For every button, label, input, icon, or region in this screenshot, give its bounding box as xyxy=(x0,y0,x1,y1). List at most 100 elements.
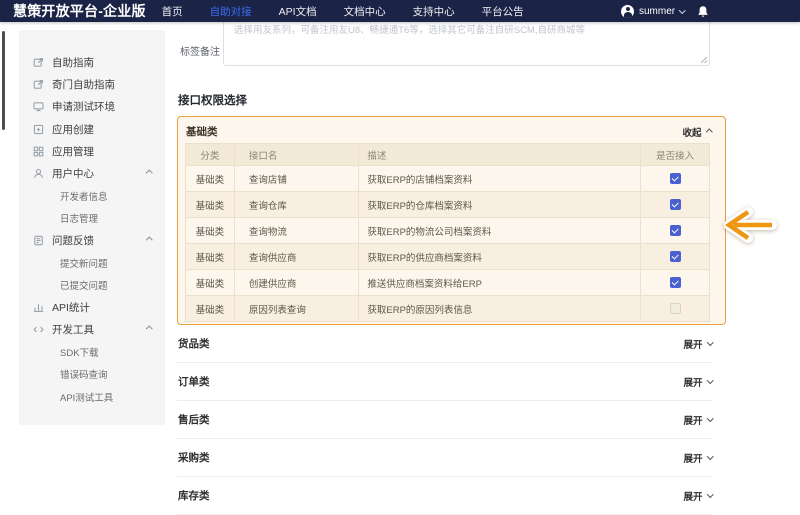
qimen-guide-icon xyxy=(33,79,44,90)
table-row: 基础类 查询店铺 获取ERP的店铺档案资料 xyxy=(186,165,709,191)
sidebar-item-submit-issue[interactable]: 提交新问题 xyxy=(19,252,165,274)
sidebar-item-qimen-guide[interactable]: 奇门自助指南 xyxy=(19,73,165,95)
sidebar-item-self-guide[interactable]: 自助指南 xyxy=(19,51,165,73)
category-section-list: 货品类 展开 订单类 展开 售后类 展开 采购类 展开 库存类 展开 xyxy=(177,325,712,515)
app-create-icon xyxy=(33,124,44,135)
nav-item-self-service[interactable]: 自助对接 xyxy=(210,4,252,19)
panel-header: 基础类 收起 xyxy=(178,117,725,143)
section-inventory[interactable]: 库存类 展开 xyxy=(177,477,712,515)
section-title: 订单类 xyxy=(177,374,210,389)
expand-button[interactable]: 展开 xyxy=(683,413,712,427)
cell-api-name: 原因列表查询 xyxy=(235,296,360,321)
sidebar-item-label: 问题反馈 xyxy=(52,233,94,248)
section-title: 售后类 xyxy=(177,412,210,427)
access-checkbox[interactable] xyxy=(670,225,681,236)
expand-button[interactable]: 展开 xyxy=(683,337,712,351)
section-aftersale[interactable]: 售后类 展开 xyxy=(177,401,712,439)
sidebar-item-label: 开发工具 xyxy=(52,322,94,337)
section-goods[interactable]: 货品类 展开 xyxy=(177,325,712,363)
section-orders[interactable]: 订单类 展开 xyxy=(177,363,712,401)
stats-icon xyxy=(33,302,44,313)
column-header-access: 是否接入 xyxy=(641,144,709,165)
sidebar-item-log-manage[interactable]: 日志管理 xyxy=(19,207,165,229)
api-permission-table: 分类 接口名 描述 是否接入 基础类 查询店铺 获取ERP的店铺档案资料 基础类… xyxy=(185,143,710,322)
table-row: 基础类 原因列表查询 获取ERP的原因列表信息 xyxy=(186,295,709,321)
basic-category-panel: 基础类 收起 分类 接口名 描述 是否接入 基础类 查询店铺 获取ERP的店铺档… xyxy=(177,116,726,325)
notification-bell-icon[interactable] xyxy=(697,5,709,18)
main-nav: 首页 自助对接 API文档 文档中心 支持中心 平台公告 xyxy=(162,4,524,19)
nav-item-doc-center[interactable]: 文档中心 xyxy=(344,4,386,19)
expand-label: 展开 xyxy=(683,451,702,465)
sidebar-item-app-create[interactable]: 应用创建 xyxy=(19,118,165,140)
sidebar-item-label: 已提交问题 xyxy=(60,278,108,292)
user-icon xyxy=(33,168,44,179)
sidebar-item-label: 自助指南 xyxy=(52,55,94,70)
expand-button[interactable]: 展开 xyxy=(683,451,712,465)
sidebar-item-error-code-query[interactable]: 错误码查询 xyxy=(19,363,165,385)
sidebar-group-user-center[interactable]: 用户中心 xyxy=(19,162,165,184)
sidebar: 自助指南 奇门自助指南 申请测试环境 应用创建 应用管理 用户中心 开发者信息 … xyxy=(19,30,165,425)
table-row: 基础类 查询仓库 获取ERP的仓库档案资料 xyxy=(186,191,709,217)
expand-label: 展开 xyxy=(683,489,702,503)
access-checkbox-disabled xyxy=(670,303,681,314)
chevron-up-icon xyxy=(146,170,152,176)
top-navbar: 慧策开放平台-企业版 首页 自助对接 API文档 文档中心 支持中心 平台公告 … xyxy=(0,0,800,22)
sidebar-item-label: API测试工具 xyxy=(60,390,113,404)
access-checkbox[interactable] xyxy=(670,199,681,210)
sidebar-item-label: 应用管理 xyxy=(52,144,94,159)
nav-item-support[interactable]: 支持中心 xyxy=(413,4,455,19)
collapse-button[interactable]: 收起 xyxy=(682,125,711,139)
column-header-category: 分类 xyxy=(186,144,235,165)
cell-description: 获取ERP的原因列表信息 xyxy=(359,296,641,321)
access-checkbox[interactable] xyxy=(670,251,681,262)
chevron-up-icon xyxy=(146,237,152,243)
section-title: 货品类 xyxy=(177,336,210,351)
column-header-api-name: 接口名 xyxy=(235,144,360,165)
cell-api-name: 创建供应商 xyxy=(235,270,360,295)
section-purchase[interactable]: 采购类 展开 xyxy=(177,439,712,477)
sidebar-item-api-stats[interactable]: API统计 xyxy=(19,296,165,318)
sidebar-item-api-test-tool[interactable]: API测试工具 xyxy=(19,385,165,407)
access-checkbox[interactable] xyxy=(670,277,681,288)
chevron-down-icon xyxy=(679,7,685,13)
sidebar-group-dev-tools[interactable]: 开发工具 xyxy=(19,319,165,341)
cell-api-name: 查询物流 xyxy=(235,218,360,243)
sidebar-item-submitted-issues[interactable]: 已提交问题 xyxy=(19,274,165,296)
table-row: 基础类 创建供应商 推送供应商档案资料给ERP xyxy=(186,269,709,295)
sidebar-item-label: 日志管理 xyxy=(60,211,98,225)
vertical-scrollbar-thumb[interactable] xyxy=(2,31,5,130)
nav-item-announcements[interactable]: 平台公告 xyxy=(482,4,524,19)
sidebar-item-sdk-download[interactable]: SDK下载 xyxy=(19,341,165,363)
cell-description: 获取ERP的仓库档案资料 xyxy=(359,192,641,217)
chevron-down-icon xyxy=(707,415,713,421)
nav-item-home[interactable]: 首页 xyxy=(162,4,183,19)
cell-api-name: 查询供应商 xyxy=(235,244,360,269)
expand-button[interactable]: 展开 xyxy=(683,489,712,503)
user-avatar-icon xyxy=(621,5,634,18)
access-checkbox[interactable] xyxy=(670,173,681,184)
sidebar-item-apply-test-env[interactable]: 申请测试环境 xyxy=(19,96,165,118)
panel-title: 基础类 xyxy=(186,124,218,139)
guide-icon xyxy=(33,57,44,68)
expand-button[interactable]: 展开 xyxy=(683,375,712,389)
table-header-row: 分类 接口名 描述 是否接入 xyxy=(186,144,709,165)
sidebar-group-feedback[interactable]: 问题反馈 xyxy=(19,229,165,251)
nav-item-api-docs[interactable]: API文档 xyxy=(279,4,317,19)
sidebar-item-label: 开发者信息 xyxy=(60,189,108,203)
test-env-icon xyxy=(33,101,44,112)
sidebar-item-app-manage[interactable]: 应用管理 xyxy=(19,140,165,162)
brand-title: 慧策开放平台-企业版 xyxy=(13,1,146,21)
cell-category: 基础类 xyxy=(186,192,235,217)
expand-label: 展开 xyxy=(683,337,702,351)
chevron-down-icon xyxy=(707,339,713,345)
sidebar-item-label: 申请测试环境 xyxy=(52,99,115,114)
cell-category: 基础类 xyxy=(186,296,235,321)
table-row: 基础类 查询物流 获取ERP的物流公司档案资料 xyxy=(186,217,709,243)
sidebar-item-label: 应用创建 xyxy=(52,122,94,137)
sidebar-item-developer-info[interactable]: 开发者信息 xyxy=(19,185,165,207)
cell-category: 基础类 xyxy=(186,270,235,295)
section-title: 采购类 xyxy=(177,450,210,465)
user-menu[interactable]: summer xyxy=(621,0,709,22)
tag-remark-label: 标签备注 xyxy=(180,43,220,58)
cell-category: 基础类 xyxy=(186,166,235,191)
